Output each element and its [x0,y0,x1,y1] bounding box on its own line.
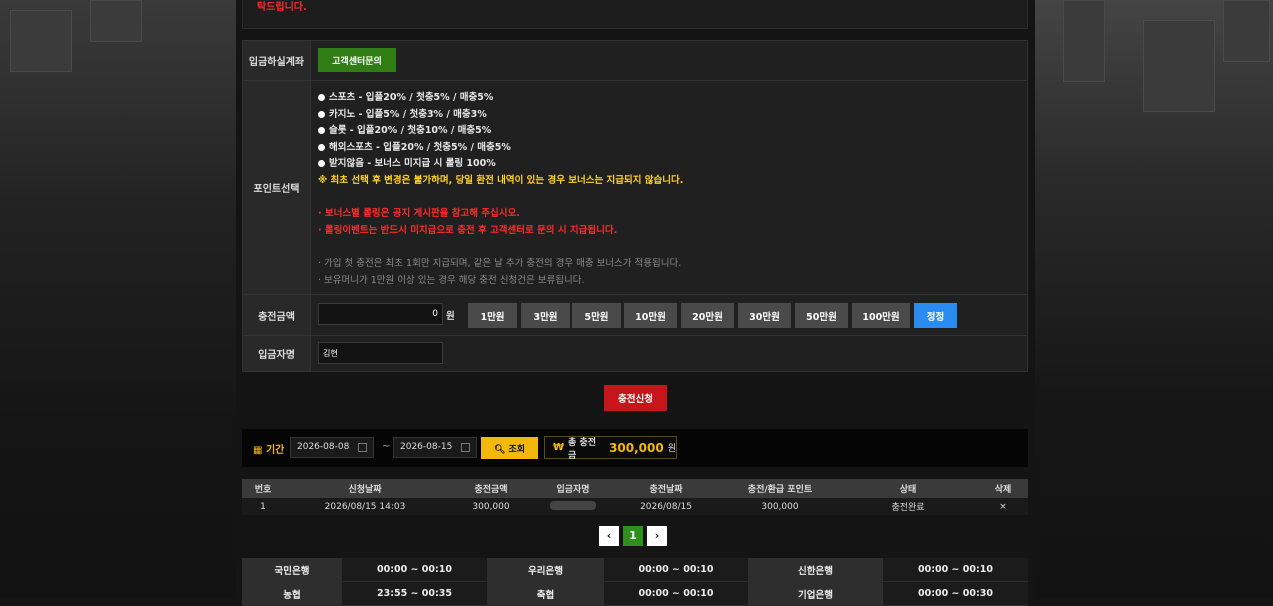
total-charge-box: ₩ 총 충전금 300,000 원 [544,436,677,461]
row-depositor-redacted [536,498,610,515]
bank-name: 기업은행 [748,581,883,606]
charge-amount-label: 충전금액 [243,295,311,335]
period-label: ▦ 기간 [253,445,285,456]
bank-name: 우리은행 [487,558,604,582]
total-charge-label: 총 충전금 [568,437,597,461]
row-charge-date: 2026/08/15 [610,498,722,515]
point-select-row: 포인트선택 스포츠 - 입플20% / 첫충5% / 매충5% 카지노 - 입플… [243,81,1027,295]
bank-time: 00:00 ~ 00:10 [883,558,1028,582]
depositor-label: 입금자명 [243,336,311,371]
customer-center-button[interactable]: 고객센터문의 [318,48,396,72]
bank-time: 00:00 ~ 00:30 [883,581,1028,606]
bank-time: 23:55 ~ 00:35 [342,581,487,606]
notice-gray-1: · 가입 첫 충전은 최초 1회만 지급되며, 같은 날 추가 충전의 경우 매… [318,257,682,269]
notice-gray-2: · 보유머니가 1만원 이상 있는 경우 해당 충전 신청건은 보류됩니다. [318,274,585,286]
amount-button-50k[interactable]: 5만원 [572,303,621,328]
row-points: 300,000 [722,498,838,515]
point-options: 스포츠 - 입플20% / 첫충5% / 매충5% 카지노 - 입플5% / 첫… [318,90,683,289]
next-page-button[interactable]: › [647,526,667,546]
calendar-picker-icon[interactable] [358,443,367,452]
row-request-date: 2026/08/15 14:03 [284,498,446,515]
row-amount: 300,000 [446,498,536,515]
date-separator: ~ [382,441,391,452]
charge-amount-row: 충전금액 원 1만원 3만원 5만원 10만원 20만원 30만원 50만원 1… [243,295,1027,336]
bank-time: 00:00 ~ 00:10 [604,558,748,582]
prev-page-button[interactable]: ‹ [599,526,619,546]
top-notice-text: 탁드립니다. [257,2,307,13]
background-building [90,0,142,42]
top-notice: 탁드립니다. [242,0,1028,29]
bank-name: 축협 [487,581,604,606]
bank-time: 00:00 ~ 00:10 [342,558,487,582]
delete-icon[interactable]: × [978,498,1028,515]
point-option-none[interactable]: 받지않음 - 보너스 미지급 시 롤링 100% [318,156,683,173]
point-option-slot[interactable]: 슬롯 - 입플20% / 첫충10% / 매충5% [318,123,683,140]
notice-yellow: ※ 최초 선택 후 변경은 불가하며, 당일 환전 내역이 있는 경우 보너스는… [318,174,684,186]
depositor-name-input[interactable] [318,342,443,364]
amount-button-300k[interactable]: 30만원 [738,303,791,328]
total-charge-unit: 원 [667,444,676,454]
background-building [1063,0,1105,82]
search-button[interactable]: 🔍︎ 조회 [481,437,538,459]
point-option-sports[interactable]: 스포츠 - 입플20% / 첫충5% / 매충5% [318,90,683,107]
table-row: 1 2026/08/15 14:03 300,000 2026/08/15 30… [242,498,1028,515]
calendar-icon: ▦ [253,445,266,456]
col-amount: 충전금액 [446,479,536,498]
charge-history-table: 번호 신청날짜 충전금액 입금자명 충전날짜 충전/환급 포인트 상태 삭제 1… [242,479,1028,515]
col-request-date: 신청날짜 [284,479,446,498]
col-points: 충전/환급 포인트 [722,479,838,498]
amount-button-10k[interactable]: 1만원 [468,303,517,328]
notice-red-1: · 보너스별 롤링은 공지 게시판을 참고해 주십시오. [318,208,520,220]
bank-name: 농협 [242,581,342,606]
row-no: 1 [242,498,284,515]
table-header-row: 번호 신청날짜 충전금액 입금자명 충전날짜 충전/환급 포인트 상태 삭제 [242,479,1028,498]
date-from-input[interactable]: 2026-08-08 [290,437,374,458]
point-select-label: 포인트선택 [243,81,311,294]
amount-button-30k[interactable]: 3만원 [521,303,570,328]
deposit-account-row: 입금하실계좌 고객센터문의 [243,41,1027,81]
total-charge-value: 300,000 [609,440,664,455]
bank-time: 00:00 ~ 00:10 [604,581,748,606]
page-1-button[interactable]: 1 [623,526,643,546]
point-option-overseas[interactable]: 해외스포츠 - 입플20% / 첫충5% / 매충5% [318,140,683,157]
deposit-account-label: 입금하실계좌 [243,41,311,80]
col-status: 상태 [838,479,978,498]
col-no: 번호 [242,479,284,498]
redacted-mark [550,500,596,510]
amount-button-500k[interactable]: 50만원 [795,303,848,328]
background-building [10,10,72,72]
amount-button-1m[interactable]: 100만원 [852,303,910,328]
background-building [1143,20,1215,112]
date-to-input[interactable]: 2026-08-15 [393,437,477,458]
point-option-casino[interactable]: 카지노 - 입플5% / 첫충3% / 매충3% [318,107,683,124]
background-building [1223,0,1270,62]
col-delete: 삭제 [978,479,1028,498]
search-icon: 🔍︎ [493,444,509,455]
background-right [1033,0,1273,599]
reset-amount-button[interactable]: 정정 [914,303,957,328]
amount-button-100k[interactable]: 10만원 [624,303,677,328]
bank-name: 국민은행 [242,558,342,582]
bank-name: 신한은행 [748,558,883,582]
charge-amount-input[interactable] [318,303,443,325]
charge-form: 입금하실계좌 고객센터문의 포인트선택 스포츠 - 입플20% / 첫충5% /… [242,40,1028,372]
calendar-picker-icon[interactable] [461,443,470,452]
currency-unit: 원 [446,311,455,322]
charge-submit-button[interactable]: 충전신청 [604,385,667,411]
history-filter-bar: ▦ 기간 2026-08-08 ~ 2026-08-15 🔍︎ 조회 ₩ 총 충… [242,429,1028,467]
depositor-row: 입금자명 [243,336,1027,371]
amount-button-200k[interactable]: 20만원 [681,303,734,328]
won-icon: ₩ [553,442,565,453]
row-status: 충전완료 [838,498,978,515]
col-charge-date: 충전날짜 [610,479,722,498]
col-depositor: 입금자명 [536,479,610,498]
background-left [0,0,240,599]
notice-red-2: · 롤링이벤트는 반드시 미지급으로 충전 후 고객센터로 문의 시 지급됩니다… [318,224,618,236]
bank-row: 농협 23:55 ~ 00:35 축협 00:00 ~ 00:10 기업은행 0… [242,581,1028,606]
bank-row: 국민은행 00:00 ~ 00:10 우리은행 00:00 ~ 00:10 신한… [242,558,1028,582]
